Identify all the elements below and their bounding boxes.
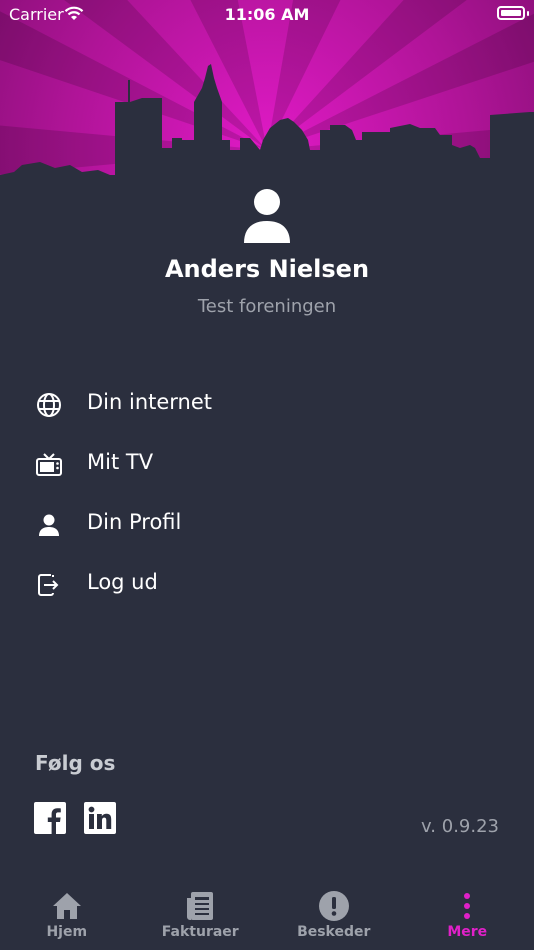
more-icon (464, 893, 471, 919)
menu-item-label: Mit TV (87, 450, 154, 474)
status-bar: Carrier 11:06 AM (0, 0, 534, 30)
logout-icon (38, 574, 59, 596)
follow-us-heading: Følg os (35, 751, 116, 775)
menu-item-mit-tv[interactable]: Mit TV (0, 434, 534, 494)
home-icon (52, 893, 81, 919)
tab-label: Hjem (46, 924, 88, 940)
tab-fakturaer[interactable]: Fakturaer (134, 880, 268, 950)
menu-list: Din internet Mit TV Din Profil Log ud (0, 374, 534, 614)
tab-label: Mere (447, 924, 488, 940)
battery-tip (527, 11, 529, 16)
menu-item-label: Din Profil (87, 510, 182, 534)
battery-icon (497, 6, 525, 20)
tab-mere[interactable]: Mere (401, 880, 534, 950)
linkedin-icon[interactable] (84, 802, 116, 834)
menu-item-label: Din internet (87, 390, 213, 414)
user-name: Anders Nielsen (164, 255, 370, 283)
invoice-icon (187, 892, 214, 920)
tab-label: Fakturaer (161, 924, 239, 940)
tab-hjem[interactable]: Hjem (0, 880, 134, 950)
avatar-icon (244, 189, 290, 243)
menu-item-log-ud[interactable]: Log ud (0, 554, 534, 614)
facebook-icon[interactable] (34, 802, 66, 834)
tab-label: Beskeder (297, 924, 371, 940)
app-version: v. 0.9.23 (421, 816, 499, 837)
person-icon (39, 514, 59, 536)
menu-item-label: Log ud (87, 570, 158, 594)
bottom-tab-bar: Hjem Fakturaer Beskeder Mere (0, 880, 534, 950)
clock: 11:06 AM (224, 5, 310, 24)
tab-beskeder[interactable]: Beskeder (267, 880, 401, 950)
menu-item-din-internet[interactable]: Din internet (0, 374, 534, 434)
alert-icon (318, 891, 349, 921)
organization-name: Test foreningen (197, 296, 337, 317)
tv-icon (36, 453, 62, 476)
globe-icon (37, 393, 61, 417)
menu-item-din-profil[interactable]: Din Profil (0, 494, 534, 554)
